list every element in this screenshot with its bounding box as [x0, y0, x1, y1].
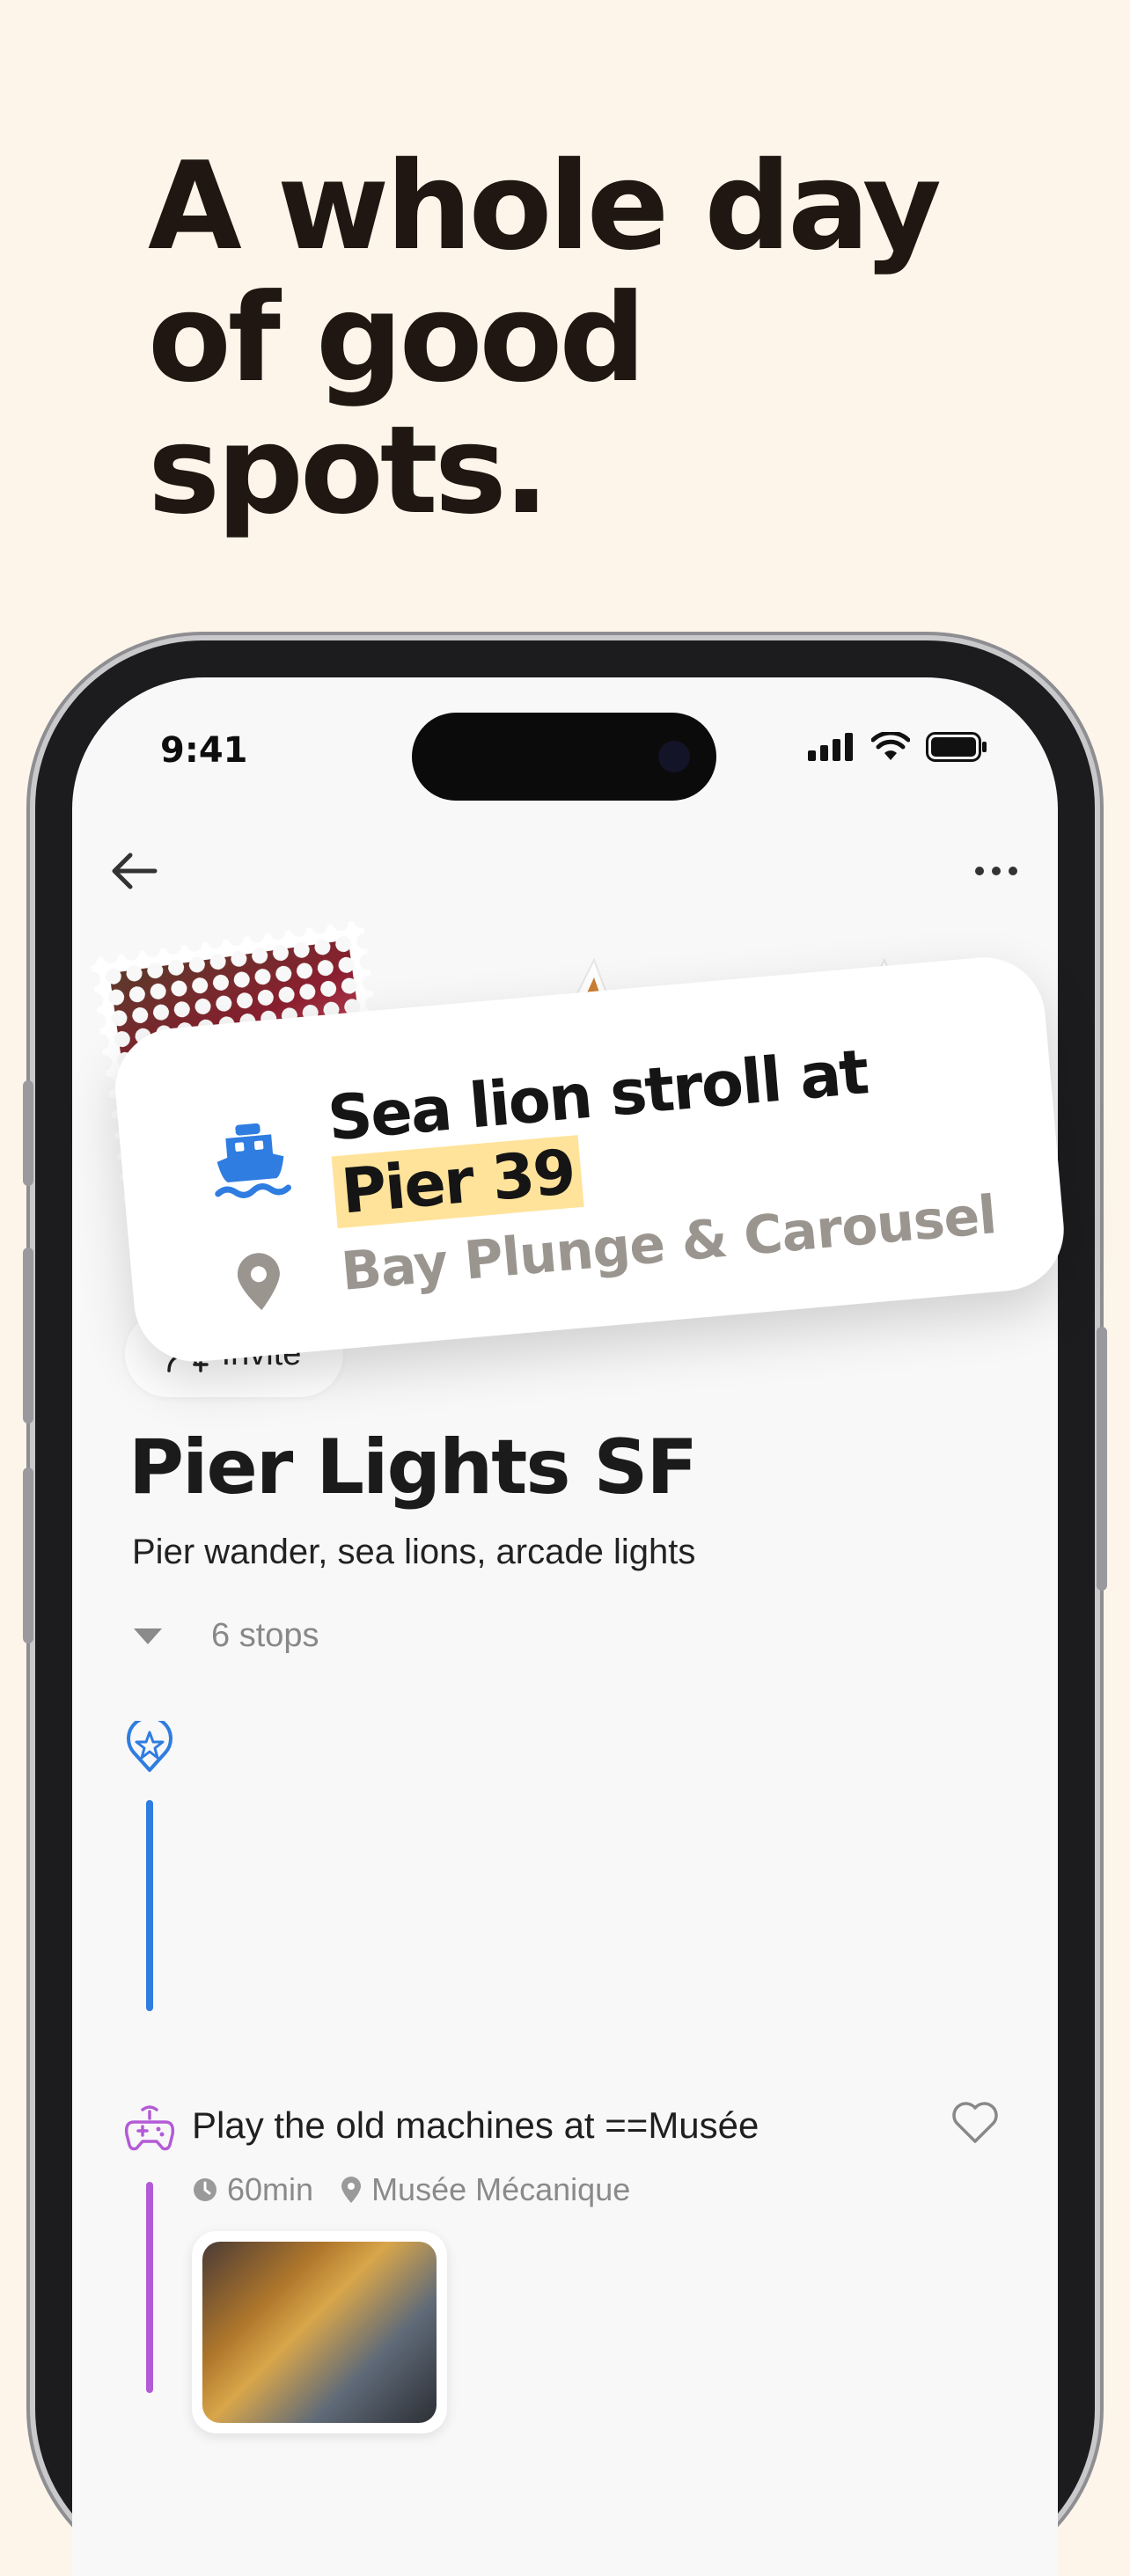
gamepad-icon [124, 2105, 175, 2151]
timeline-line-purple [146, 2182, 153, 2393]
back-button[interactable] [99, 836, 169, 906]
activity-title[interactable]: Play the old machines at ==Musée [192, 2104, 759, 2147]
status-time-text: 9:41 [160, 730, 248, 771]
status-icons [808, 732, 987, 762]
location-item: Musée Mécanique [340, 2171, 630, 2208]
duration-item: 60min [192, 2171, 313, 2208]
ferry-icon [215, 1123, 291, 1198]
more-options-button[interactable] [961, 836, 1031, 906]
battery-icon [926, 732, 987, 762]
location-text: Musée Mécanique [371, 2171, 631, 2207]
volume-up-button [23, 1248, 33, 1423]
activity-photo[interactable] [192, 2231, 447, 2433]
arrow-left-icon [112, 853, 158, 889]
phone-frame: 9:41 Pier Lights SF Pier wander, sea lio… [23, 640, 1107, 2576]
ellipsis-icon [975, 867, 1017, 875]
wifi-icon [871, 732, 910, 760]
side-button [23, 1080, 33, 1186]
marketing-headline: A whole day of good spots. [148, 135, 942, 541]
featured-title-text: Sea lion stroll at [325, 1036, 870, 1155]
stops-count: 6 stops [211, 1617, 319, 1654]
trip-title: Pier Lights SF [128, 1423, 698, 1511]
arcade-machine-photo [202, 2242, 437, 2423]
volume-down-button [23, 1467, 33, 1643]
app-screen: 9:41 Pier Lights SF Pier wander, sea lio… [72, 677, 1058, 2576]
signal-icon [808, 733, 853, 761]
power-button [1097, 1327, 1107, 1591]
stops-toggle[interactable]: 6 stops [134, 1617, 319, 1655]
activity-meta: 60min Musée Mécanique [192, 2171, 630, 2208]
clock-icon [194, 2178, 216, 2201]
pin-icon [237, 1253, 280, 1311]
duration-text: 60min [227, 2171, 314, 2207]
timeline-line-blue [146, 1800, 153, 2011]
disclosure-triangle-icon [134, 1628, 162, 1644]
star-badge-icon [127, 1721, 172, 1772]
dynamic-island [412, 713, 716, 801]
camera-icon [658, 741, 690, 772]
status-time: 9:41 [160, 730, 248, 771]
trip-subtitle: Pier wander, sea lions, arcade lights [132, 1533, 696, 1571]
heart-icon[interactable] [949, 2096, 1002, 2148]
pin-icon [341, 2177, 362, 2203]
